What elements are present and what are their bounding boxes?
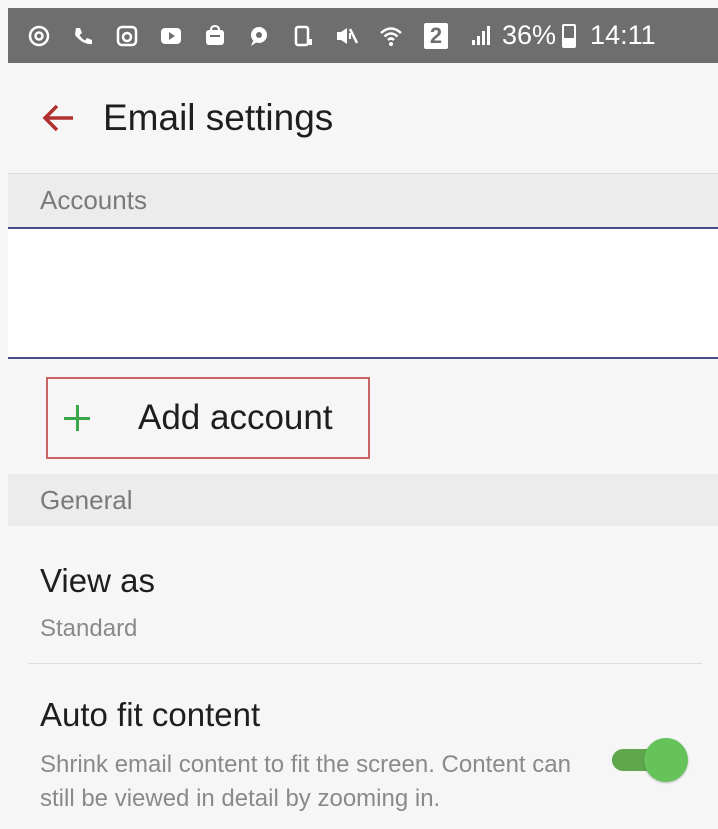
bag-icon (204, 24, 226, 47)
wifi-icon (380, 25, 402, 47)
auto-fit-toggle[interactable] (612, 738, 688, 782)
phone-icon (72, 25, 94, 47)
back-button[interactable] (38, 98, 78, 138)
chat-icon (248, 25, 270, 47)
page-title: Email settings (103, 97, 334, 138)
general-settings: View as Standard Auto fit content Shrink… (8, 526, 718, 829)
status-bar: 2 36% 14:11 (8, 8, 718, 63)
clock: 14:11 (590, 20, 656, 50)
accounts-list (8, 227, 718, 359)
auto-fit-title: Auto fit content (40, 696, 261, 733)
view-as-title: View as (40, 562, 155, 599)
battery-percent: 36% (502, 20, 557, 50)
add-account-label: Add account (138, 398, 333, 437)
screen: 2 36% 14:11 Email settings Accounts Add … (8, 8, 718, 829)
youtube-icon (160, 25, 182, 47)
auto-fit-description: Shrink email content to fit the screen. … (40, 751, 571, 812)
mute-icon (336, 25, 358, 47)
sim-icon: 2 (424, 22, 448, 49)
toggle-thumb (644, 738, 688, 782)
plus-icon (64, 405, 90, 431)
setting-view-as[interactable]: View as Standard (8, 526, 718, 663)
screen-icon (292, 25, 314, 47)
arrow-left-icon (42, 104, 73, 132)
app-bar: Email settings (8, 63, 718, 173)
view-as-value: Standard (40, 615, 138, 642)
at-icon (28, 25, 50, 47)
add-account-button[interactable]: Add account (46, 377, 370, 459)
section-header-accounts: Accounts (8, 173, 718, 227)
section-header-general: General (8, 474, 718, 526)
add-account-row: Add account (8, 359, 718, 474)
battery-icon (562, 23, 577, 48)
signal-icon (470, 25, 492, 47)
instagram-icon (116, 25, 138, 47)
